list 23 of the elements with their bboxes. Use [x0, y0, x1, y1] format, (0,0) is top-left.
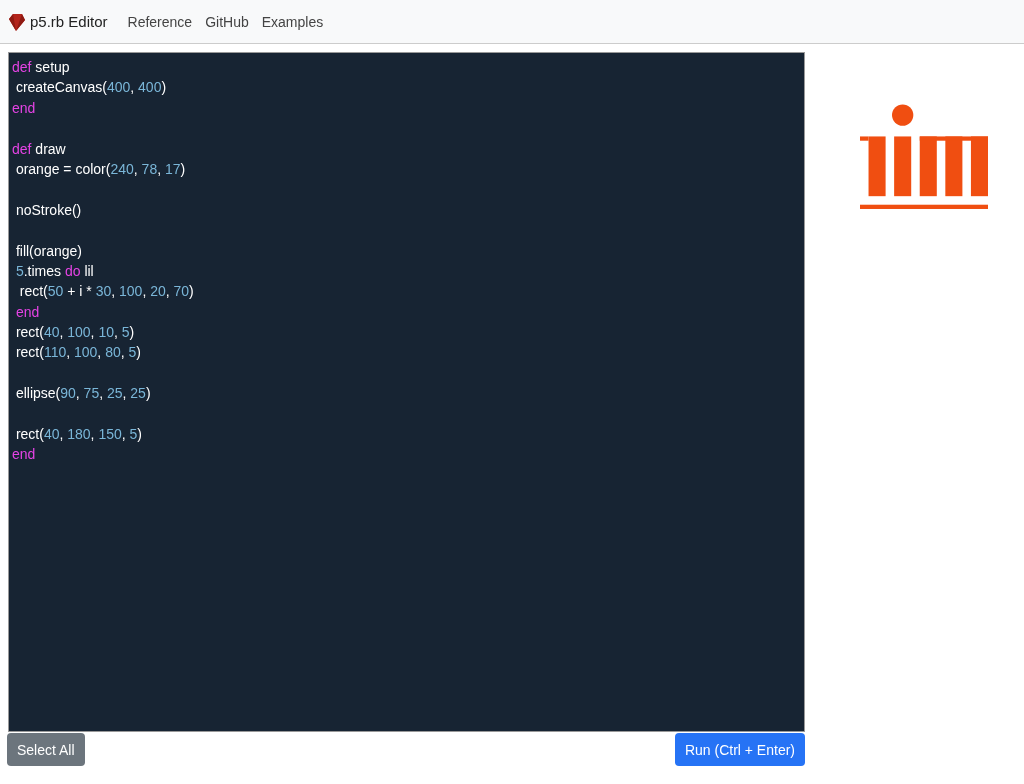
code-line: createCanvas(400, 400) — [14, 78, 168, 98]
select-all-button[interactable]: Select All — [7, 733, 85, 766]
code-line: rect(40, 180, 150, 5) — [14, 425, 143, 445]
nav-link[interactable]: Examples — [261, 13, 324, 30]
code-line: 5.times do lil — [14, 261, 95, 281]
brand-link[interactable]: p5.rb Editor — [6, 11, 108, 32]
nav-link[interactable]: GitHub — [205, 13, 249, 30]
code-line: fill(orange) — [14, 241, 84, 261]
code-line: end — [11, 445, 37, 465]
code-line: noStroke() — [14, 200, 83, 220]
code-line: end — [11, 98, 37, 118]
code-line: ellipse(90, 75, 25, 25) — [14, 384, 152, 404]
code-line: def setup — [11, 58, 71, 77]
code-line: orange = color(240, 78, 17) — [14, 159, 187, 179]
code-line: rect(40, 100, 10, 5) — [14, 323, 136, 343]
code-line: end — [14, 302, 41, 322]
gem-icon — [6, 11, 26, 32]
code-line: def draw — [11, 139, 67, 159]
code-line: rect(50 + i * 30, 100, 20, 70) — [18, 282, 195, 302]
nav-link[interactable]: Reference — [127, 13, 193, 30]
code-editor[interactable] — [8, 52, 805, 732]
code-line: rect(110, 100, 80, 5) — [14, 343, 142, 363]
run-button[interactable]: Run (Ctrl + Enter) — [674, 733, 805, 766]
